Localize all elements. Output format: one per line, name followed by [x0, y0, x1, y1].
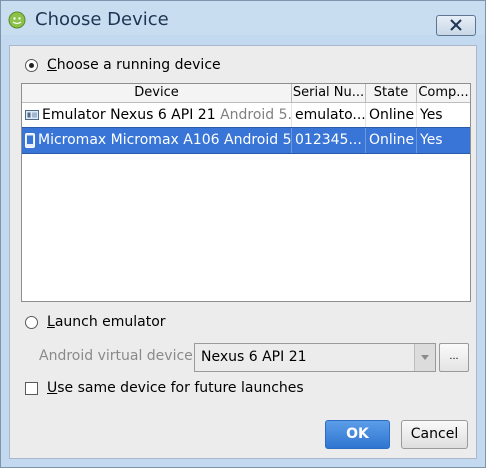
- android-studio-icon: [8, 11, 26, 29]
- device-cell: Micromax Micromax A106 Android 5.0: [22, 128, 292, 153]
- device-cell: Emulator Nexus 6 API 21 Android 5.0: [22, 103, 292, 128]
- serial-cell: emulato...: [292, 103, 366, 128]
- table-row-selected[interactable]: Micromax Micromax A106 Android 5.0 01234…: [22, 127, 470, 154]
- avd-label: Android virtual device:: [39, 348, 198, 364]
- device-table[interactable]: Device Serial Nu... State Comp... Emulat…: [21, 83, 471, 302]
- device-os: Android 5.0: [224, 132, 292, 148]
- column-header-state[interactable]: State: [366, 84, 417, 102]
- radio-selected-dot: [29, 63, 34, 68]
- table-header: Device Serial Nu... State Comp...: [22, 84, 470, 103]
- dialog-content: Choose a running device Device Serial Nu…: [9, 45, 477, 459]
- choose-device-dialog: Choose Device Choose a running device De…: [0, 0, 486, 468]
- browse-avd-button[interactable]: ...: [439, 343, 469, 372]
- state-cell: Online: [366, 103, 417, 128]
- running-device-label[interactable]: Choose a running device: [47, 57, 221, 73]
- column-header-device[interactable]: Device: [22, 84, 292, 102]
- serial-cell: 012345...: [292, 128, 366, 153]
- launch-emulator-label[interactable]: Launch emulator: [47, 314, 166, 330]
- dropdown-arrow[interactable]: [414, 344, 435, 371]
- close-button[interactable]: [436, 15, 476, 36]
- same-device-checkbox[interactable]: [25, 382, 38, 395]
- device-name: Micromax Micromax A106: [38, 132, 220, 148]
- compatible-cell: Yes: [420, 132, 443, 148]
- running-device-radio[interactable]: [25, 59, 38, 72]
- phone-icon: [25, 132, 35, 148]
- emulator-icon: [25, 110, 39, 120]
- cancel-button[interactable]: Cancel: [401, 420, 468, 449]
- table-row[interactable]: Emulator Nexus 6 API 21 Android 5.0 emul…: [22, 103, 470, 128]
- avd-dropdown[interactable]: Nexus 6 API 21: [194, 343, 436, 372]
- close-icon: [450, 19, 462, 31]
- ok-button[interactable]: OK: [325, 420, 390, 449]
- state-cell: Online: [366, 128, 417, 153]
- same-device-label[interactable]: Use same device for future launches: [47, 380, 304, 396]
- device-name: Emulator Nexus 6 API 21: [42, 107, 216, 123]
- avd-selected-value: Nexus 6 API 21: [201, 349, 307, 365]
- launch-emulator-radio[interactable]: [25, 316, 38, 329]
- column-header-compatible[interactable]: Comp...: [417, 84, 470, 102]
- title-bar[interactable]: Choose Device: [1, 1, 485, 36]
- compatible-cell: Yes: [420, 107, 443, 123]
- device-os: Android 5.0: [220, 107, 292, 123]
- chevron-down-icon: [421, 355, 429, 360]
- window-title: Choose Device: [35, 9, 169, 30]
- column-header-serial[interactable]: Serial Nu...: [292, 84, 366, 102]
